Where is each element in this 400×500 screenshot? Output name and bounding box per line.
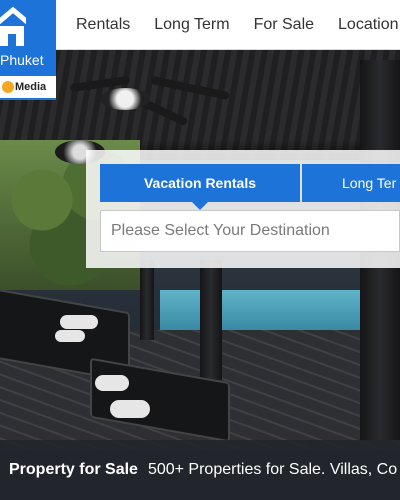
brand-name: Phuket	[0, 52, 44, 68]
ceiling-fan	[69, 70, 230, 130]
media-logo: Media	[0, 76, 56, 98]
nav-link-long-term[interactable]: Long Term	[154, 16, 229, 34]
banner-title[interactable]: Property for Sale	[9, 461, 138, 479]
nav-link-rentals[interactable]: Rentals	[76, 16, 130, 34]
main-nav: Rentals Long Term For Sale Location G	[76, 0, 400, 50]
tab-vacation-rentals[interactable]: Vacation Rentals	[100, 164, 300, 210]
destination-placeholder: Please Select Your Destination	[111, 222, 330, 239]
pillar	[140, 260, 154, 340]
house-icon	[0, 6, 26, 46]
towel	[110, 400, 150, 418]
media-logo-text: Media	[15, 81, 47, 93]
search-panel: Vacation Rentals Long Ter Please Select …	[86, 150, 400, 268]
towel	[55, 330, 85, 342]
nav-link-for-sale[interactable]: For Sale	[254, 16, 314, 34]
top-navigation-bar: Rentals Long Term For Sale Location G	[0, 0, 400, 50]
towel	[95, 375, 129, 391]
banner-caption: Property for Sale 500+ Properties for Sa…	[0, 440, 400, 500]
site-logo[interactable]: Phuket Media	[0, 0, 56, 100]
nav-link-location-guide[interactable]: Location G	[338, 16, 400, 34]
circle-dot-icon	[2, 81, 14, 93]
towel	[60, 315, 98, 329]
banner-description: 500+ Properties for Sale. Villas, Co	[147, 461, 398, 478]
destination-select[interactable]: Please Select Your Destination	[100, 210, 400, 252]
pillar	[200, 260, 222, 380]
search-tabs: Vacation Rentals Long Ter	[100, 164, 400, 210]
tab-long-term[interactable]: Long Ter	[302, 164, 400, 202]
